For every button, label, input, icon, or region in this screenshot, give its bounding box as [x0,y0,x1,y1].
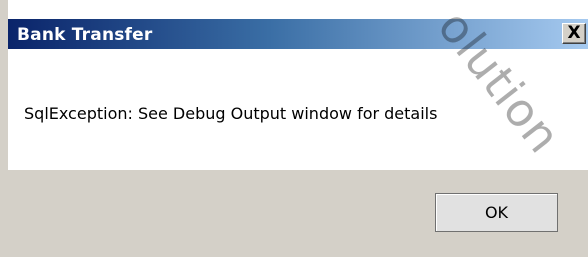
message-dialog: Bank Transfer X SqlException: See Debug … [0,0,588,257]
error-message: SqlException: See Debug Output window fo… [24,104,438,123]
ok-button[interactable]: OK [435,193,558,232]
dialog-footer: OK [8,170,588,257]
dialog-content: SqlException: See Debug Output window fo… [8,49,588,170]
close-button[interactable]: X [562,23,586,44]
screen: Bank Transfer X SqlException: See Debug … [0,0,588,257]
dialog-titlebar[interactable]: Bank Transfer X [8,19,588,49]
dialog-title: Bank Transfer [17,25,153,45]
close-icon: X [567,23,581,43]
